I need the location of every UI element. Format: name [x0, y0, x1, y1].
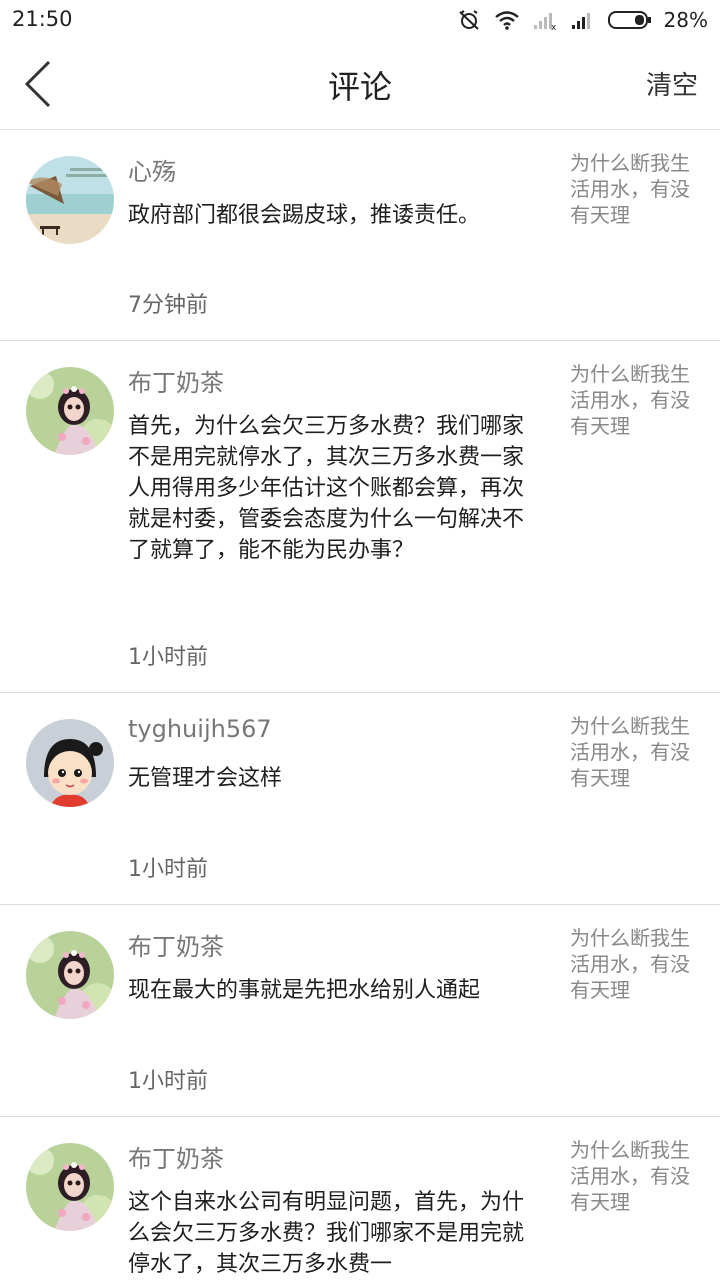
comment-time: 1小时前 [128, 1069, 208, 1094]
comment-text: 这个自来水公司有明显问题，首先，为什么会欠三万多水费？我们哪家不是用完就停水了，… [128, 1190, 525, 1277]
comment-text: 无管理才会这样 [128, 766, 283, 791]
comment-item[interactable]: tyghuijh567 无管理才会这样 1小时前 为什么断我生活用水，有没有天理 [0, 693, 720, 905]
comment-username[interactable]: 布丁奶茶 [128, 927, 224, 962]
comment-username[interactable]: 布丁奶茶 [128, 363, 224, 398]
comment-item[interactable]: 布丁奶茶 首先，为什么会欠三万多水费？我们哪家不是用完就停水了，其次三万多水费一… [0, 341, 720, 693]
svg-text:x: x [551, 23, 557, 31]
battery-percent: 28% [663, 8, 708, 32]
status-bar: 21:50 x 28% [0, 0, 720, 40]
clear-button[interactable]: 清空 [646, 65, 698, 102]
comment-username[interactable]: 心殇 [128, 152, 176, 187]
article-title[interactable]: 为什么断我生活用水，有没有天理 [570, 150, 690, 228]
comment-time: 1小时前 [128, 645, 208, 670]
status-icons: x 28% [456, 6, 708, 34]
signal-x-icon: x [533, 13, 557, 31]
comment-item[interactable]: 心殇 政府部门都很会踢皮球，推诿责任。 7分钟前 为什么断我生活用水，有没有天理 [0, 130, 720, 341]
page-title: 评论 [327, 68, 392, 106]
wifi-icon [494, 11, 519, 30]
comment-time: 7分钟前 [128, 293, 208, 318]
comment-item[interactable]: 布丁奶茶 这个自来水公司有明显问题，首先，为什么会欠三万多水费？我们哪家不是用完… [0, 1117, 720, 1280]
comment-list: 心殇 政府部门都很会踢皮球，推诿责任。 7分钟前 为什么断我生活用水，有没有天理 [0, 130, 720, 1280]
doll-avatar[interactable] [26, 1143, 114, 1231]
alarm-off-icon [458, 10, 479, 30]
doll-avatar[interactable] [26, 931, 114, 1019]
doll-avatar[interactable] [26, 367, 114, 455]
article-title[interactable]: 为什么断我生活用水，有没有天理 [570, 925, 690, 1003]
battery-icon [607, 11, 651, 29]
comment-username[interactable]: tyghuijh567 [128, 715, 272, 743]
status-time: 21:50 [12, 7, 73, 31]
comment-text: 现在最大的事就是先把水给别人通起 [128, 978, 481, 1003]
nav-bar: 评论 清空 [0, 40, 720, 130]
comment-username[interactable]: 布丁奶茶 [128, 1139, 224, 1174]
article-title[interactable]: 为什么断我生活用水，有没有天理 [570, 713, 690, 791]
article-title[interactable]: 为什么断我生活用水，有没有天理 [570, 1137, 690, 1215]
comment-text: 政府部门都很会踢皮球，推诿责任。 [128, 203, 481, 228]
comment-text: 首先，为什么会欠三万多水费？我们哪家不是用完就停水了，其次三万多水费一家人用得用… [128, 414, 525, 563]
comment-item[interactable]: 布丁奶茶 现在最大的事就是先把水给别人通起 1小时前 为什么断我生活用水，有没有… [0, 905, 720, 1117]
landscape-bench-avatar[interactable] [26, 156, 114, 244]
cartoon-girl-avatar[interactable] [26, 719, 114, 807]
article-title[interactable]: 为什么断我生活用水，有没有天理 [570, 361, 690, 439]
comment-time: 1小时前 [128, 857, 208, 882]
signal-icon [571, 13, 590, 29]
